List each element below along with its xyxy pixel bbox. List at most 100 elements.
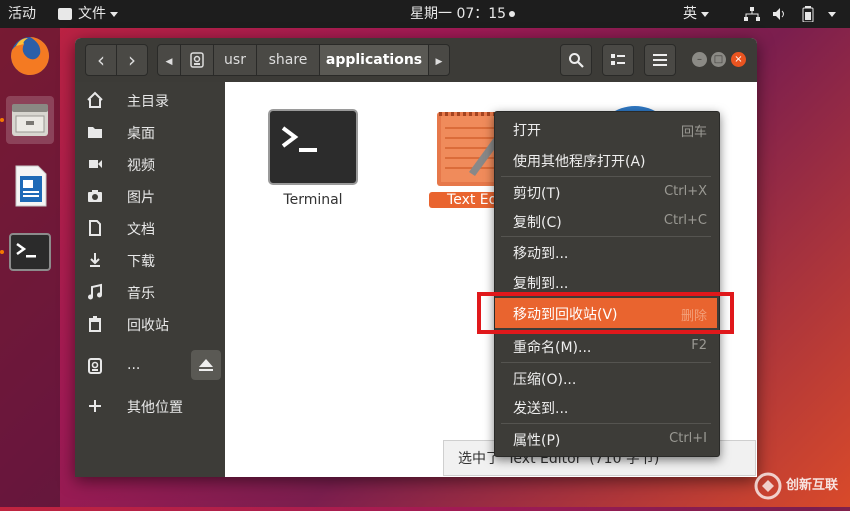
chevron-left-icon: ‹ [97,48,105,72]
sidebar-item-music[interactable]: 音乐 [75,276,225,308]
highlight-annotation-box [477,292,734,334]
hamburger-icon [653,54,667,66]
sidebar-item-label: 图片 [127,190,155,206]
writer-icon [15,165,47,207]
menu-item-label: 移动到... [513,246,569,262]
menu-item-shortcut: Ctrl+I [669,431,707,446]
menu-item-label: 使用其他程序打开(A) [513,154,646,170]
plus-icon [89,400,101,412]
download-icon [90,253,100,267]
notification-dot-icon [509,11,516,17]
minimize-button[interactable]: – [692,52,707,67]
menu-item-properties[interactable]: 属性(P) Ctrl+I [495,424,717,454]
drive-icon [88,358,102,374]
dock-firefox[interactable] [6,32,54,80]
menu-item-label: 打开 [513,123,541,139]
sidebar-item-trash[interactable]: 回收站 [75,308,225,340]
menu-item-copy[interactable]: 复制(C) Ctrl+C [495,206,717,236]
sidebar-item-label: 回收站 [127,318,169,334]
maximize-icon: □ [713,54,724,65]
terminal-icon [9,233,51,271]
app-menu[interactable]: 文件 [58,0,118,28]
menu-item-send-to[interactable]: 发送到... [495,392,717,422]
chevron-down-icon [828,11,836,17]
context-menu: 打开 回车 使用其他程序打开(A) 剪切(T) Ctrl+X 复制(C) Ctrl+C… [494,111,720,457]
menu-item-rename[interactable]: 重命名(M)... F2 [495,331,717,361]
path-scroll-right-button[interactable]: ▶ [428,44,450,76]
file-item-terminal[interactable]: Terminal [265,106,361,226]
back-button[interactable]: ‹ [85,44,117,76]
trash-icon [89,316,101,332]
menu-button[interactable] [644,44,676,76]
running-indicator [0,118,4,122]
menu-item-label: 发送到... [513,401,569,417]
triangle-right-icon: ▶ [435,57,443,67]
music-icon [88,283,102,300]
header-bar: ‹ › ◀ usr share applications ▶ – □ × [75,38,757,82]
sidebar-item-label: ... [127,357,141,373]
activities-button[interactable]: 活动 [8,0,36,28]
menu-item-shortcut: Ctrl+C [663,213,707,228]
menu-item-cut[interactable]: 剪切(T) Ctrl+X [495,177,717,207]
menu-item-open[interactable]: 打开 回车 [495,114,717,144]
dock-writer[interactable] [6,162,54,210]
menu-item-compress[interactable]: 压缩(O)... [495,363,717,393]
path-scroll-left-button[interactable]: ◀ [157,44,181,76]
maximize-button[interactable]: □ [711,52,726,67]
input-method-label: 英 [683,6,697,22]
menu-item-shortcut: 回车 [680,125,707,140]
network-icon[interactable] [744,0,760,28]
clock[interactable]: 星期一 07：15 [410,0,516,28]
files-app-icon [58,8,72,20]
input-method-menu[interactable]: 英 [683,0,709,28]
sidebar-item-desktop[interactable]: 桌面 [75,116,225,148]
battery-icon[interactable] [802,0,814,28]
system-menu[interactable] [824,0,836,28]
folder-icon [88,127,102,138]
close-button[interactable]: × [731,52,746,67]
list-view-icon [611,54,625,65]
sidebar-item-documents[interactable]: 文档 [75,212,225,244]
eject-icon [199,359,213,371]
sidebar-item-pictures[interactable]: 图片 [75,180,225,212]
menu-item-label: 压缩(O)... [513,372,577,388]
minimize-icon: – [697,54,702,65]
sidebar: 主目录 桌面 视频 图片 文档 下载 音乐 回收站 ... 其他位置 [75,82,225,477]
video-icon [89,160,102,168]
menu-item-move-to[interactable]: 移动到... [495,237,717,267]
search-icon [569,53,584,68]
breadcrumb-root[interactable] [180,44,214,76]
menu-item-shortcut: F2 [691,338,707,353]
eject-button[interactable] [191,350,221,380]
forward-button[interactable]: › [116,44,148,76]
firefox-icon [11,36,50,75]
sidebar-item-other-locations[interactable]: 其他位置 [75,390,225,422]
triangle-left-icon: ◀ [165,57,173,67]
sidebar-item-downloads[interactable]: 下载 [75,244,225,276]
app-menu-label: 文件 [78,6,106,22]
dock-terminal[interactable] [6,228,54,276]
dock-files[interactable] [6,96,54,144]
menu-item-open-with[interactable]: 使用其他程序打开(A) [495,145,717,175]
watermark: 创新互联 [752,466,850,507]
terminal-icon [268,109,358,185]
file-cabinet-icon [12,104,48,136]
sidebar-item-videos[interactable]: 视频 [75,148,225,180]
watermark-text: 创新互联 [786,478,839,493]
breadcrumb-applications[interactable]: applications [319,44,429,76]
close-icon: × [734,54,743,65]
volume-icon[interactable] [772,0,788,28]
breadcrumb-usr[interactable]: usr [213,44,257,76]
clock-label: 星期一 07：15 [410,6,507,22]
view-toggle-button[interactable] [602,44,634,76]
breadcrumb-share[interactable]: share [256,44,320,76]
menu-item-label: 重命名(M)... [513,340,592,356]
sidebar-item-home[interactable]: 主目录 [75,84,225,116]
menu-item-label: 复制到... [513,276,569,292]
running-indicator [0,250,4,254]
camera-icon [88,190,102,202]
search-button[interactable] [560,44,592,76]
chevron-down-icon [110,11,118,17]
sidebar-item-device[interactable]: ... [75,350,225,384]
sidebar-item-label: 下载 [127,254,155,270]
